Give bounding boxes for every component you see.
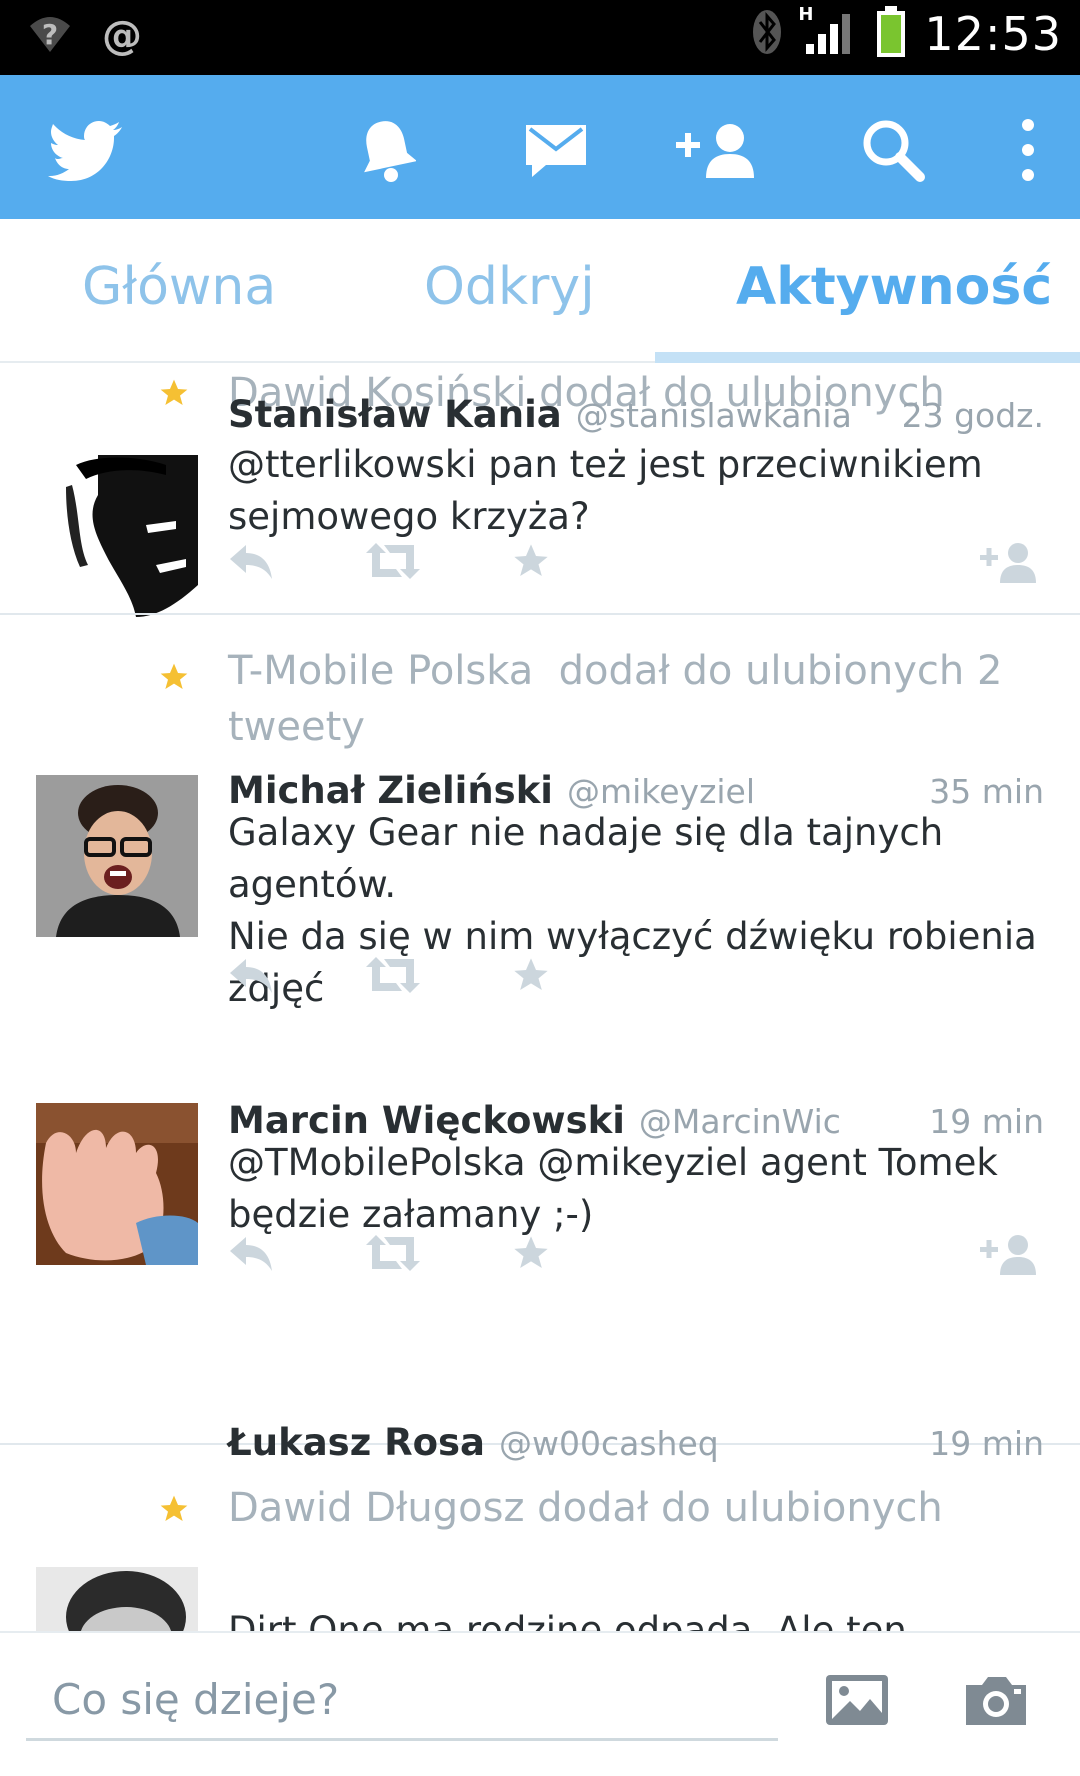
divider (0, 613, 1080, 615)
tweet-header: Łukasz Rosa @w00casheq 19 min (228, 1421, 1044, 1464)
search-icon[interactable] (860, 115, 926, 185)
tweet-text[interactable]: @TMobilePolska @mikeyziel agent Tomek bę… (228, 1137, 1044, 1241)
author-name[interactable]: Marcin Więckowski (228, 1099, 625, 1142)
reply-icon[interactable] (228, 541, 274, 585)
battery-icon (876, 6, 906, 62)
reply-icon[interactable] (228, 1233, 274, 1277)
tweet-time: 19 min (929, 1424, 1044, 1463)
favorite-icon[interactable] (510, 955, 552, 999)
tab-bar: Główna Odkryj Aktywność (0, 219, 1080, 363)
tweet-text[interactable]: Dirt One ma rodzinę odpada. Ale ten (228, 1605, 1044, 1631)
compose-placeholder: Co się dzieje? (52, 1675, 340, 1724)
retweet-icon[interactable] (366, 1233, 420, 1277)
retweet-icon[interactable] (366, 955, 420, 999)
envelope-icon[interactable] (524, 115, 588, 185)
retweet-icon[interactable] (366, 541, 420, 585)
at-icon: @ (102, 13, 142, 59)
favorite-star-icon (158, 661, 190, 697)
favorite-icon[interactable] (510, 1233, 552, 1277)
author-handle[interactable]: @mikeyziel (567, 772, 755, 811)
avatar[interactable] (36, 455, 198, 617)
compose-bar: Co się dzieje? (0, 1631, 1080, 1776)
reply-icon[interactable] (228, 955, 274, 999)
author-name[interactable]: Stanisław Kania (228, 393, 562, 436)
compose-input[interactable]: Co się dzieje? (26, 1663, 778, 1741)
favorite-icon[interactable] (510, 541, 552, 585)
wifi-question-icon: ? (26, 10, 74, 62)
camera-icon[interactable] (962, 1673, 1030, 1731)
tab-aktywnosc[interactable]: Aktywność (736, 257, 1052, 317)
image-icon[interactable] (824, 1673, 890, 1731)
clock: 12:53 (924, 7, 1062, 61)
author-name[interactable]: Łukasz Rosa (228, 1421, 485, 1464)
tab-odkryj[interactable]: Odkryj (424, 257, 595, 317)
tweet-actions (228, 955, 1044, 1005)
bluetooth-icon (750, 8, 784, 60)
favorite-star-icon (158, 1493, 190, 1529)
follow-icon[interactable] (980, 1233, 1040, 1279)
follow-icon[interactable] (980, 541, 1040, 587)
activity-label: T-Mobile Polska dodał do ulubionych 2 tw… (228, 648, 1003, 750)
svg-text:?: ? (42, 18, 58, 51)
tweet-time: 19 min (929, 1102, 1044, 1141)
tweet-header: Stanisław Kania @stanislawkania 23 godz. (228, 393, 1044, 436)
tweet-text[interactable]: @tterlikowski pan też jest przeciwnikiem… (228, 439, 1044, 543)
bell-icon[interactable] (358, 115, 416, 185)
status-bar: ? @ H 12:53 (0, 0, 1080, 75)
avatar[interactable] (36, 1103, 198, 1265)
add-user-icon[interactable] (674, 115, 764, 185)
tab-glowna[interactable]: Główna (82, 257, 276, 317)
author-handle[interactable]: @MarcinWic (639, 1102, 841, 1141)
twitter-bird-icon[interactable] (48, 115, 124, 185)
active-tab-indicator (655, 352, 1080, 363)
author-handle[interactable]: @stanislawkania (576, 396, 852, 435)
author-handle[interactable]: @w00casheq (499, 1424, 719, 1463)
tweet-header: Michał Zieliński @mikeyziel 35 min (228, 769, 1044, 812)
activity-feed[interactable]: Dawid Kosiński dodał do ulubionych Stani… (0, 363, 1080, 1631)
avatar[interactable] (36, 1567, 198, 1631)
author-name[interactable]: Michał Zieliński (228, 769, 553, 812)
avatar[interactable] (36, 775, 198, 937)
tweet-actions (228, 1233, 1044, 1283)
overflow-menu-icon[interactable] (1018, 115, 1038, 185)
tweet-header: Marcin Więckowski @MarcinWic 19 min (228, 1099, 1044, 1142)
tweet-time: 35 min (929, 772, 1044, 811)
action-bar (0, 75, 1080, 219)
tweet-time: 23 godz. (901, 396, 1044, 435)
signal-icon: H (798, 4, 858, 60)
favorite-star-icon (158, 377, 190, 413)
tweet-actions (228, 541, 1044, 591)
activity-label: Dawid Długosz dodał do ulubionych (228, 1485, 943, 1531)
